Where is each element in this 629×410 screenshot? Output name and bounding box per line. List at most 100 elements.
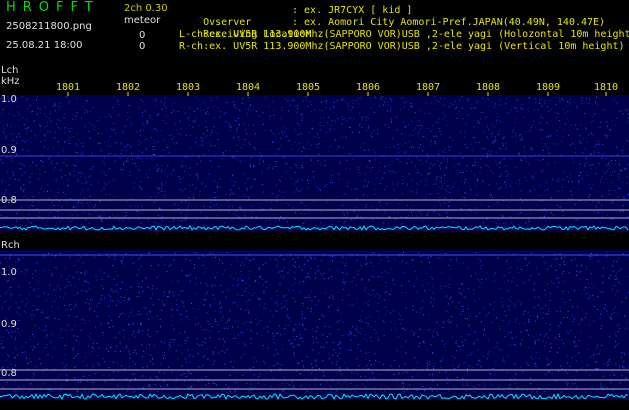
- waterfall-pixel: [330, 146, 332, 147]
- waterfall-pixel: [168, 348, 170, 350]
- waterfall-pixel: [461, 306, 463, 307]
- waterfall-pixel: [482, 112, 484, 114]
- waterfall-pixel: [129, 357, 131, 359]
- waterfall-pixel: [241, 262, 243, 264]
- waterfall-pixel: [143, 129, 144, 131]
- waterfall-pixel: [606, 252, 608, 254]
- waterfall-pixel: [115, 290, 117, 292]
- waterfall-pixel: [154, 154, 156, 155]
- waterfall-pixel: [288, 289, 290, 291]
- waterfall-pixel: [48, 389, 50, 391]
- waterfall-pixel: [589, 164, 591, 166]
- waterfall-pixel: [137, 206, 139, 208]
- waterfall-pixel: [294, 261, 296, 263]
- waterfall-pixel: [553, 283, 555, 284]
- waterfall-pixel: [297, 181, 299, 182]
- waterfall-pixel: [571, 357, 573, 359]
- waterfall-pixel: [210, 99, 212, 101]
- waterfall-pixel: [398, 212, 399, 214]
- waterfall-pixel: [47, 183, 49, 185]
- waterfall-pixel: [270, 385, 272, 387]
- waterfall-pixel: [328, 333, 330, 335]
- waterfall-pixel: [188, 387, 189, 389]
- waterfall-pixel: [323, 375, 325, 377]
- waterfall-pixel: [337, 118, 339, 119]
- waterfall-pixel: [328, 269, 330, 271]
- waterfall-pixel: [225, 150, 227, 152]
- waterfall-pixel: [112, 378, 114, 380]
- waterfall-pixel: [440, 177, 442, 179]
- waterfall-pixel: [317, 133, 319, 135]
- waterfall-pixel: [101, 219, 102, 221]
- waterfall-pixel: [306, 276, 308, 278]
- waterfall-pixel: [383, 334, 385, 336]
- waterfall-pixel: [162, 303, 164, 305]
- waterfall-pixel: [78, 200, 80, 202]
- waterfall-pixel: [435, 135, 437, 137]
- waterfall-pixel: [17, 258, 19, 260]
- waterfall-pixel: [209, 330, 211, 332]
- waterfall-pixel: [457, 377, 459, 378]
- waterfall-pixel: [24, 188, 26, 190]
- waterfall-pixel: [462, 311, 464, 313]
- waterfall-pixel: [49, 157, 50, 159]
- waterfall-pixel: [148, 385, 150, 387]
- waterfall-pixel: [116, 345, 117, 347]
- waterfall-pixel: [590, 154, 592, 155]
- waterfall-pixel: [445, 253, 447, 254]
- waterfall-pixel: [76, 335, 78, 337]
- waterfall-pixel: [365, 206, 367, 208]
- waterfall-pixel: [321, 274, 323, 276]
- waterfall-pixel: [152, 285, 154, 287]
- waterfall-pixel: [101, 279, 103, 281]
- waterfall-pixel: [128, 349, 130, 351]
- waterfall-pixel: [594, 368, 596, 370]
- waterfall-pixel: [222, 263, 224, 265]
- waterfall-pixel: [458, 288, 460, 290]
- waterfall-pixel: [555, 97, 557, 98]
- waterfall-pixel: [319, 109, 321, 111]
- rch-freq-tick-1.0: 1.0: [1, 267, 17, 278]
- waterfall-pixel: [364, 386, 366, 388]
- waterfall-pixel: [427, 282, 429, 284]
- waterfall-pixel: [189, 280, 191, 282]
- rch-label: Rch: [1, 240, 20, 251]
- waterfall-pixel: [491, 134, 493, 135]
- waterfall-pixel: [369, 316, 371, 318]
- waterfall-pixel: [84, 390, 86, 392]
- waterfall-pixel: [136, 130, 138, 132]
- waterfall-pixel: [19, 218, 21, 220]
- waterfall-pixel: [620, 170, 622, 172]
- waterfall-pixel: [315, 304, 317, 306]
- waterfall-pixel: [250, 109, 252, 111]
- waterfall-pixel: [191, 302, 192, 304]
- waterfall-pixel: [424, 289, 426, 291]
- waterfall-pixel: [440, 204, 441, 206]
- waterfall-pixel: [101, 171, 103, 173]
- waterfall-pixel: [512, 338, 513, 339]
- waterfall-pixel: [136, 296, 138, 298]
- waterfall-pixel: [182, 189, 184, 191]
- waterfall-pixel: [393, 283, 395, 285]
- waterfall-pixel: [419, 159, 421, 161]
- waterfall-pixel: [105, 174, 107, 176]
- waterfall-pixel: [462, 378, 464, 380]
- waterfall-pixel: [16, 311, 18, 313]
- waterfall-pixel: [103, 272, 105, 274]
- waterfall-pixel: [340, 163, 342, 165]
- waterfall-pixel: [12, 171, 14, 173]
- waterfall-pixel: [301, 313, 303, 315]
- waterfall-pixel: [485, 116, 487, 118]
- waterfall-pixel: [168, 290, 170, 292]
- waterfall-pixel: [239, 188, 240, 190]
- waterfall-pixel: [246, 329, 248, 330]
- waterfall-pixel: [243, 123, 245, 125]
- waterfall-pixel: [260, 320, 262, 321]
- lch-freq-tick-0.9: 0.9: [1, 145, 17, 156]
- waterfall-pixel: [15, 391, 17, 393]
- waterfall-pixel: [8, 354, 10, 356]
- waterfall-pixel: [385, 212, 387, 214]
- waterfall-pixel: [150, 360, 151, 362]
- waterfall-pixel: [428, 127, 430, 129]
- waterfall-pixel: [380, 204, 382, 206]
